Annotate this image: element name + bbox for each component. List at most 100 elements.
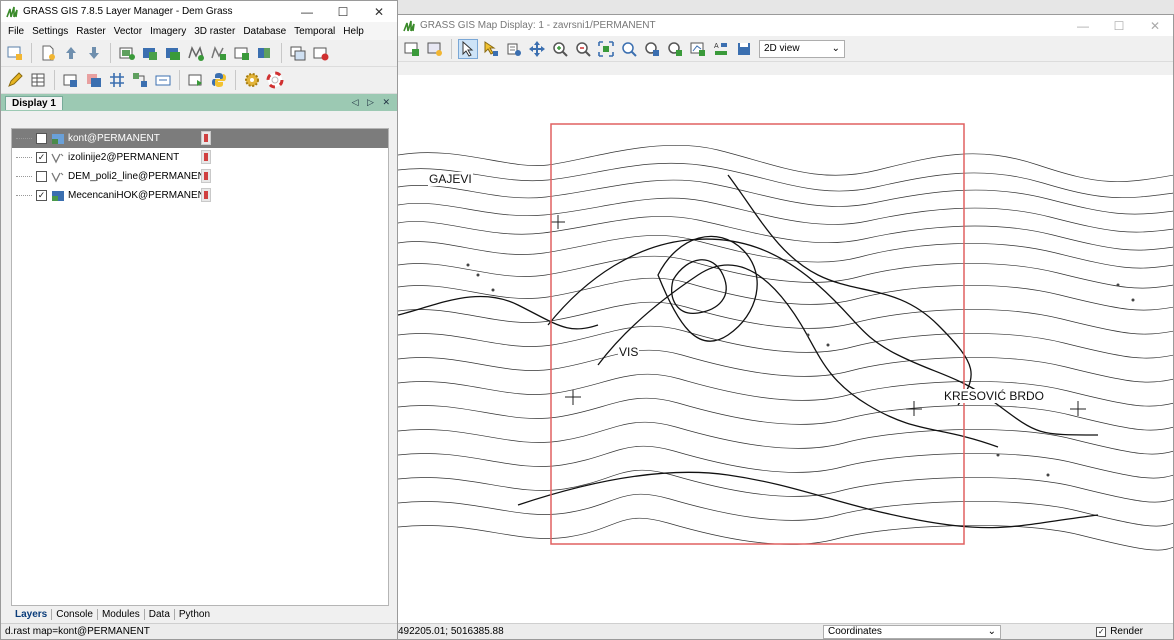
- add-raster-misc-button[interactable]: [140, 43, 160, 63]
- zoom-region-icon: [668, 41, 682, 56]
- tab-layers[interactable]: Layers: [11, 609, 53, 620]
- layer-manager-titlebar[interactable]: GRASS GIS 7.8.5 Layer Manager - Dem Gras…: [1, 1, 397, 22]
- toolbar-separator: [179, 70, 180, 90]
- add-overlay-button[interactable]: [232, 43, 252, 63]
- save-display-button[interactable]: [734, 39, 754, 59]
- menu-3d-raster[interactable]: 3D raster: [190, 26, 239, 37]
- histogram-button[interactable]: [84, 70, 104, 90]
- status-mode-select[interactable]: Coordinates ⌄: [823, 624, 1001, 639]
- menu-settings[interactable]: Settings: [28, 26, 72, 37]
- render-checkbox[interactable]: ✓: [1096, 626, 1107, 637]
- menu-file[interactable]: File: [4, 26, 28, 37]
- add-thematic-icon: [258, 48, 270, 58]
- zoom-in-button[interactable]: [550, 39, 570, 59]
- tab-display-1[interactable]: Display 1: [5, 95, 63, 110]
- layer-row-izolinije2[interactable]: ✓ izolinije2@PERMANENT: [12, 148, 388, 167]
- pointer-icon: [462, 40, 474, 57]
- pan-icon: [529, 40, 545, 57]
- pan-button[interactable]: [527, 39, 547, 59]
- new-workspace-button[interactable]: [38, 43, 58, 63]
- map-elements-icon: A: [714, 42, 727, 55]
- erase-button[interactable]: [425, 39, 445, 59]
- remove-layer-button[interactable]: [311, 43, 331, 63]
- toolbar-separator: [281, 43, 282, 63]
- zoom-extent-button[interactable]: [596, 39, 616, 59]
- maximize-button[interactable]: ☐: [1101, 15, 1137, 36]
- minimize-button[interactable]: —: [289, 1, 325, 22]
- python-shell-button[interactable]: [209, 70, 229, 90]
- layer-opacity-button[interactable]: [201, 150, 211, 164]
- menu-imagery[interactable]: Imagery: [146, 26, 190, 37]
- minimize-button[interactable]: —: [1065, 15, 1101, 36]
- analyze-icon: [690, 42, 705, 56]
- map-canvas[interactable]: GAJEVI VIS KRESOVIĆ BRDO: [398, 75, 1173, 623]
- map-label-gajevi: GAJEVI: [428, 172, 473, 186]
- histogram-icon: [87, 74, 101, 87]
- layer-name: MecencaniHOK@PERMANENT: [68, 190, 211, 201]
- menu-vector[interactable]: Vector: [110, 26, 146, 37]
- map-calculator-button[interactable]: [61, 70, 81, 90]
- contour-map: [398, 123, 1173, 551]
- menu-database[interactable]: Database: [239, 26, 290, 37]
- map-display-window: GRASS GIS Map Display: 1 - zavrsni1/PERM…: [398, 14, 1174, 640]
- close-button[interactable]: ✕: [361, 1, 397, 22]
- zoom-layer-button[interactable]: [642, 39, 662, 59]
- tab-modules[interactable]: Modules: [98, 609, 145, 620]
- layer-manager-window: GRASS GIS 7.8.5 Layer Manager - Dem Gras…: [0, 0, 398, 640]
- add-vector-button[interactable]: [186, 43, 206, 63]
- layer-checkbox[interactable]: [36, 133, 47, 144]
- layer-checkbox[interactable]: ✓: [36, 190, 47, 201]
- new-display-button[interactable]: [5, 43, 25, 63]
- zoom-in-icon: [553, 41, 568, 57]
- layer-opacity-button[interactable]: [201, 169, 211, 183]
- layer-checkbox[interactable]: [36, 171, 47, 182]
- view-mode-select[interactable]: 2D view ⌄: [759, 39, 845, 58]
- menu-help[interactable]: Help: [339, 26, 368, 37]
- layer-opacity-button[interactable]: [201, 188, 211, 202]
- menu-temporal[interactable]: Temporal: [290, 26, 339, 37]
- add-group-button[interactable]: [288, 43, 308, 63]
- add-thematic-button[interactable]: [255, 43, 275, 63]
- toolbar-separator: [31, 43, 32, 63]
- tab-python[interactable]: Python: [175, 609, 214, 620]
- open-workspace-button[interactable]: [61, 43, 81, 63]
- edit-vector-button[interactable]: [5, 70, 25, 90]
- map-display-titlebar[interactable]: GRASS GIS Map Display: 1 - zavrsni1/PERM…: [398, 15, 1173, 36]
- map-composer-button[interactable]: [186, 70, 206, 90]
- tab-nav-controls[interactable]: ◁ ▷ ✕: [352, 97, 393, 108]
- layer-manager-title: GRASS GIS 7.8.5 Layer Manager - Dem Gras…: [23, 6, 233, 17]
- attribute-table-button[interactable]: [28, 70, 48, 90]
- menu-raster[interactable]: Raster: [72, 26, 109, 37]
- render-map-button[interactable]: [402, 39, 422, 59]
- map-elements-button[interactable]: A: [711, 39, 731, 59]
- maximize-button[interactable]: ☐: [325, 1, 361, 22]
- layer-checkbox[interactable]: ✓: [36, 152, 47, 163]
- georectify-button[interactable]: [153, 70, 173, 90]
- layer-row-kont[interactable]: kont@PERMANENT: [12, 129, 388, 148]
- tab-data[interactable]: Data: [145, 609, 175, 620]
- grid-button[interactable]: [107, 70, 127, 90]
- layer-row-dem-poli2-line[interactable]: DEM_poli2_line@PERMANENT: [12, 167, 388, 186]
- tree-connector: [16, 138, 32, 139]
- close-button[interactable]: ✕: [1137, 15, 1173, 36]
- add-raster-icon: [119, 47, 135, 60]
- add-rgb-button[interactable]: [163, 43, 183, 63]
- layer-row-mecencanihok[interactable]: ✓ MecencaniHOK@PERMANENT: [12, 186, 388, 205]
- new-file-icon: [42, 45, 55, 61]
- zoom-out-button[interactable]: [573, 39, 593, 59]
- modeler-button[interactable]: [130, 70, 150, 90]
- tab-console[interactable]: Console: [52, 609, 98, 620]
- settings-button[interactable]: [242, 70, 262, 90]
- save-workspace-button[interactable]: [84, 43, 104, 63]
- map-toolbar: A 2D view ⌄: [398, 36, 1173, 62]
- layer-opacity-button[interactable]: [201, 131, 211, 145]
- help-button[interactable]: [265, 70, 285, 90]
- query-button[interactable]: [481, 39, 501, 59]
- layer-info-button[interactable]: [504, 39, 524, 59]
- pointer-button[interactable]: [458, 38, 478, 59]
- analyze-button[interactable]: [688, 39, 708, 59]
- zoom-region-button[interactable]: [665, 39, 685, 59]
- add-raster-button[interactable]: [117, 43, 137, 63]
- add-vector-misc-button[interactable]: [209, 43, 229, 63]
- zoom-back-button[interactable]: [619, 39, 639, 59]
